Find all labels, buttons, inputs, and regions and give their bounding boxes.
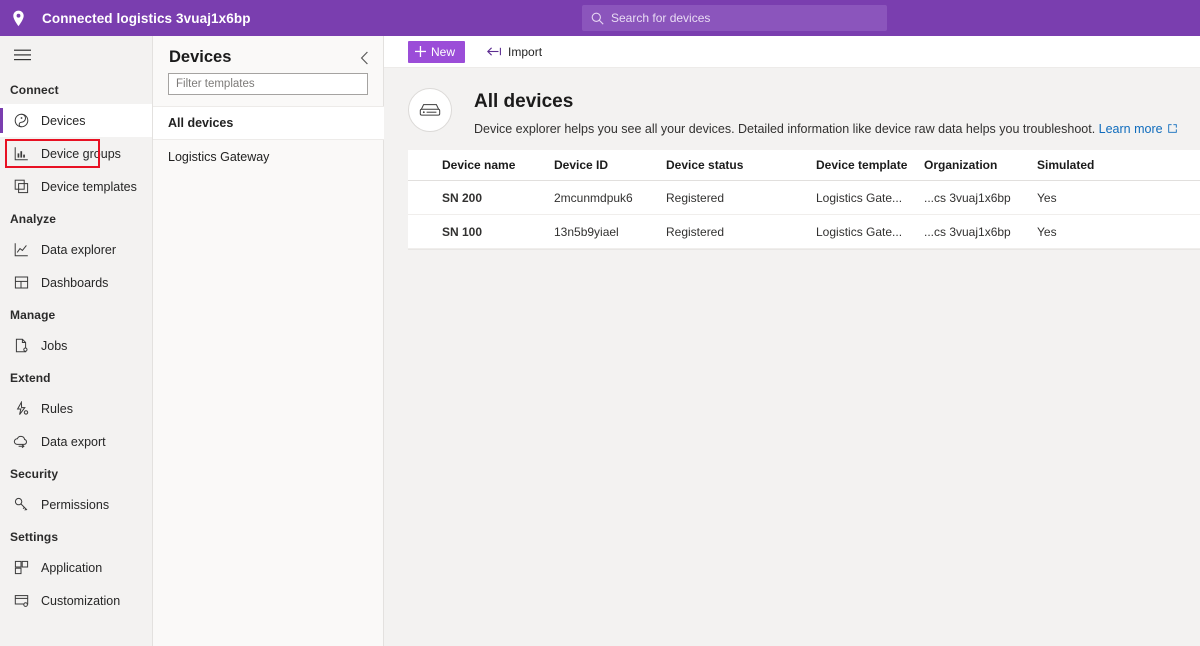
data-explorer-icon xyxy=(10,240,32,260)
sidebar-item-label: Jobs xyxy=(41,338,68,353)
command-bar: New Import xyxy=(384,36,1200,68)
sidebar-item-label: Permissions xyxy=(41,497,110,512)
sidebar-item-label: Customization xyxy=(41,593,121,608)
cell-simulated: Yes xyxy=(1037,190,1057,205)
page-title: All devices xyxy=(474,91,574,112)
sidebar-item-application[interactable]: Application xyxy=(0,551,152,584)
nav-section-security: Security xyxy=(10,467,59,481)
table-header: Device name Device ID Device status Devi… xyxy=(408,150,1200,181)
column-header-device-name[interactable]: Device name xyxy=(442,158,554,172)
sidebar-item-permissions[interactable]: Permissions xyxy=(0,488,152,521)
page-description: Device explorer helps you see all your d… xyxy=(474,121,1177,137)
location-pin-icon xyxy=(0,0,36,36)
cell-device-status: Registered xyxy=(666,224,725,239)
dashboards-icon xyxy=(10,273,32,293)
page-header: All devices Device explorer helps you se… xyxy=(408,88,1177,137)
top-app-bar: Connected logistics 3vuaj1x6bp Search fo… xyxy=(0,0,1200,36)
page-description-text: Device explorer helps you see all your d… xyxy=(474,122,1096,136)
sidebar-item-label: Data export xyxy=(41,434,106,449)
cell-device-id: 2mcunmdpuk6 xyxy=(554,190,633,205)
column-header-device-status[interactable]: Device status xyxy=(666,158,816,172)
device-explorer-icon xyxy=(408,88,452,132)
devices-icon xyxy=(10,111,32,131)
cell-organization: ...cs 3vuaj1x6bp xyxy=(924,190,1011,205)
import-button[interactable]: Import xyxy=(487,45,542,59)
device-groups-icon xyxy=(10,144,32,164)
sidebar-item-label: Rules xyxy=(41,401,73,416)
customization-icon xyxy=(10,591,32,611)
cell-simulated: Yes xyxy=(1037,224,1057,239)
cell-device-name[interactable]: SN 100 xyxy=(442,225,554,239)
sidebar-item-dashboards[interactable]: Dashboards xyxy=(0,266,152,299)
list-item-logistics-gateway[interactable]: Logistics Gateway xyxy=(153,140,384,174)
nav-section-settings: Settings xyxy=(10,530,59,544)
cell-device-name[interactable]: SN 200 xyxy=(442,191,554,205)
column-header-device-id[interactable]: Device ID xyxy=(554,158,666,172)
cell-device-status: Registered xyxy=(666,190,725,205)
devices-list-panel: Devices All devices Logistics Gateway xyxy=(153,36,384,646)
filter-templates-input[interactable] xyxy=(168,73,368,95)
table-row[interactable]: SN 100 13n5b9yiael Registered Logistics … xyxy=(408,215,1200,249)
jobs-icon xyxy=(10,336,32,356)
application-icon xyxy=(10,558,32,578)
permissions-key-icon xyxy=(10,495,32,515)
table-row[interactable]: SN 200 2mcunmdpuk6 Registered Logistics … xyxy=(408,181,1200,215)
external-link-icon xyxy=(1165,122,1177,136)
table-body: SN 200 2mcunmdpuk6 Registered Logistics … xyxy=(408,181,1200,249)
sidebar-item-jobs[interactable]: Jobs xyxy=(0,329,152,362)
sidebar-item-customization[interactable]: Customization xyxy=(0,584,152,617)
list-item-label: All devices xyxy=(168,116,234,130)
sidebar-item-rules[interactable]: Rules xyxy=(0,392,152,425)
panel-title: Devices xyxy=(169,48,232,66)
main-content: All devices Device explorer helps you se… xyxy=(384,68,1200,646)
sidebar-item-data-export[interactable]: Data export xyxy=(0,425,152,458)
import-arrow-icon xyxy=(487,46,502,57)
sidebar-item-label: Device groups xyxy=(41,146,121,161)
nav-section-extend: Extend xyxy=(10,371,51,385)
sidebar-item-device-groups[interactable]: Device groups xyxy=(0,137,152,170)
plus-icon xyxy=(415,46,426,57)
column-header-simulated[interactable]: Simulated xyxy=(1037,158,1117,172)
table-header-row: Device name Device ID Device status Devi… xyxy=(408,150,1200,181)
sidebar-item-label: Devices xyxy=(41,113,86,128)
sidebar-item-device-templates[interactable]: Device templates xyxy=(0,170,152,203)
left-navigation: Connect Devices Device groups Device tem… xyxy=(0,36,153,646)
data-export-icon xyxy=(10,432,32,452)
learn-more-label: Learn more xyxy=(1098,122,1163,136)
import-button-label: Import xyxy=(508,44,543,59)
rules-icon xyxy=(10,399,32,419)
app-title: Connected logistics 3vuaj1x6bp xyxy=(42,10,251,26)
cell-device-id: 13n5b9yiael xyxy=(554,224,619,239)
new-button-label: New xyxy=(431,44,456,59)
nav-section-manage: Manage xyxy=(10,308,56,322)
list-item-all-devices[interactable]: All devices xyxy=(153,106,384,140)
hamburger-menu-icon[interactable] xyxy=(0,36,44,74)
search-icon xyxy=(591,12,604,25)
list-item-label: Logistics Gateway xyxy=(168,150,270,164)
learn-more-link[interactable]: Learn more xyxy=(1099,122,1177,136)
cell-device-template[interactable]: Logistics Gate... xyxy=(816,191,924,205)
nav-section-analyze: Analyze xyxy=(10,212,57,226)
new-button[interactable]: New xyxy=(408,40,466,63)
column-header-device-template[interactable]: Device template xyxy=(816,158,924,172)
device-templates-icon xyxy=(10,177,32,197)
nav-section-connect: Connect xyxy=(10,83,59,97)
cell-device-template[interactable]: Logistics Gate... xyxy=(816,225,924,239)
search-input[interactable]: Search for devices xyxy=(582,5,887,31)
sidebar-item-data-explorer[interactable]: Data explorer xyxy=(0,233,152,266)
sidebar-item-label: Dashboards xyxy=(41,275,109,290)
search-placeholder-text: Search for devices xyxy=(611,11,711,25)
column-header-organization[interactable]: Organization xyxy=(924,158,1037,172)
cell-organization: ...cs 3vuaj1x6bp xyxy=(924,224,1011,239)
devices-table: Device name Device ID Device status Devi… xyxy=(408,150,1200,250)
sidebar-item-label: Data explorer xyxy=(41,242,117,257)
sidebar-item-label: Device templates xyxy=(41,179,137,194)
sidebar-item-devices[interactable]: Devices xyxy=(0,104,152,137)
chevron-left-icon[interactable] xyxy=(353,47,375,69)
sidebar-item-label: Application xyxy=(41,560,103,575)
